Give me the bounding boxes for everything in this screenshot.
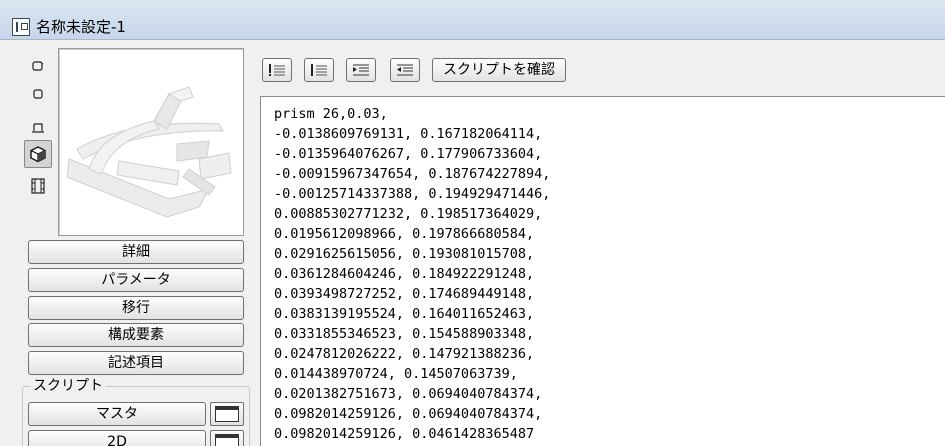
- code-line: -0.0138609769131, 0.167182064114,: [274, 126, 543, 142]
- indent-button[interactable]: [346, 58, 376, 82]
- components-button[interactable]: 構成要素: [28, 323, 244, 347]
- code-line: -0.0135964076267, 0.177906733604,: [274, 146, 543, 162]
- details-button[interactable]: 詳細: [28, 240, 244, 264]
- code-line: 0.0393498727252, 0.174689449148,: [274, 286, 535, 302]
- code-line: prism 26,0.03,: [274, 106, 388, 122]
- migration-button[interactable]: 移行: [28, 296, 244, 320]
- window-icon: [215, 434, 239, 446]
- parameters-button[interactable]: パラメータ: [28, 268, 244, 292]
- code-line: 0.0383139195524, 0.164011652463,: [274, 306, 535, 322]
- 2d-script-window-button[interactable]: [210, 430, 244, 446]
- app-icon: [12, 18, 30, 36]
- outdent-icon: [397, 64, 413, 76]
- window-title: 名称未設定-1: [36, 18, 126, 36]
- 2d-script-button[interactable]: 2D: [28, 430, 206, 446]
- section-icon[interactable]: [24, 80, 52, 108]
- master-script-window-button[interactable]: [210, 402, 244, 426]
- elevation-icon[interactable]: [24, 114, 52, 142]
- code-line: 0.0331855346523, 0.154588903348,: [274, 326, 535, 342]
- 2d-symbol-icon[interactable]: [24, 52, 52, 80]
- code-line: 0.0195612098966, 0.197866680584,: [274, 226, 535, 242]
- unordered-list-button[interactable]: [262, 58, 292, 82]
- object-preview-image: [66, 86, 232, 218]
- film-icon[interactable]: [24, 172, 52, 200]
- 3d-view-icon[interactable]: [24, 140, 52, 168]
- window-icon: [215, 406, 239, 422]
- ordered-list-button[interactable]: [304, 58, 334, 82]
- check-script-button[interactable]: スクリプトを確認: [432, 58, 566, 82]
- code-line: 0.00885302771232, 0.198517364029,: [274, 206, 543, 222]
- master-script-button[interactable]: マスタ: [28, 402, 206, 426]
- descriptors-button[interactable]: 記述項目: [28, 351, 244, 375]
- code-line: 0.014438970724, 0.14507063739,: [274, 366, 518, 382]
- code-line: 0.0247812026222, 0.147921388236,: [274, 346, 535, 362]
- ordered-list-icon: [311, 64, 327, 76]
- code-line: 0.0982014259126, 0.0461428365487: [274, 426, 535, 442]
- script-editor[interactable]: prism 26,0.03, -0.0138609769131, 0.16718…: [260, 96, 945, 446]
- indent-icon: [353, 64, 369, 76]
- title-bar: 名称未設定-1: [0, 0, 945, 40]
- unordered-list-icon: [269, 64, 285, 76]
- code-line: 0.0291625615056, 0.193081015708,: [274, 246, 535, 262]
- outdent-button[interactable]: [390, 58, 420, 82]
- code-line: -0.00125714337388, 0.194929471446,: [274, 186, 551, 202]
- code-line: 0.0982014259126, 0.0694040784374,: [274, 406, 543, 422]
- code-line: -0.00915967347654, 0.187674227894,: [274, 166, 551, 182]
- code-line: 0.0361284604246, 0.184922291248,: [274, 266, 535, 282]
- script-group-label: スクリプト: [30, 378, 106, 394]
- 3d-preview: [58, 48, 244, 236]
- code-line: 0.0201382751673, 0.0694040784374,: [274, 386, 543, 402]
